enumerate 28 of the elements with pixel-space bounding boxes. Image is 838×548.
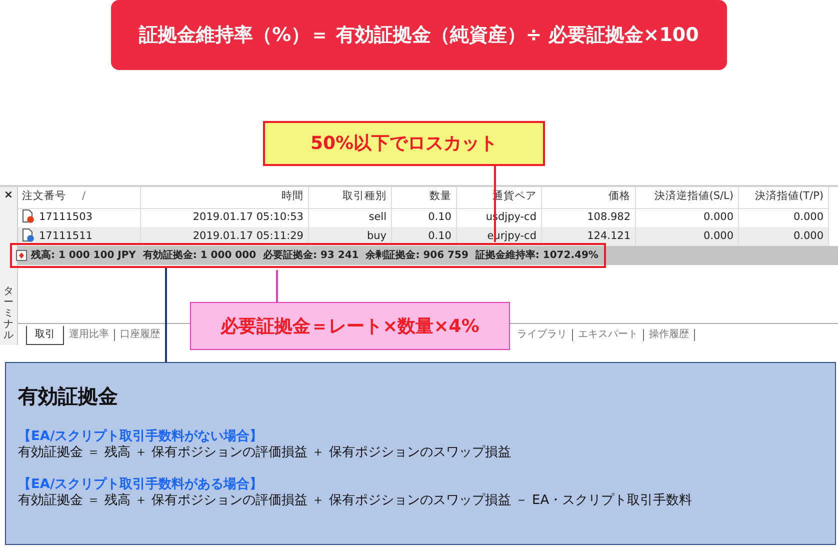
account-icon (16, 250, 27, 261)
case-heading: 【EA/スクリプト取引手数料がある場合】 (18, 477, 264, 493)
terminal-tab[interactable]: エキスパート (573, 329, 644, 341)
order-number: 17111503 (39, 211, 92, 224)
column-header[interactable]: 決済逆指値(S/L) (635, 187, 738, 208)
callout-box: 必要証拠金＝レート×数量×4% (190, 302, 510, 350)
terminal-tab[interactable]: 取引 (26, 326, 64, 345)
terminal-tab[interactable]: 運用比率 (64, 329, 115, 341)
sort-indicator: / (82, 190, 86, 202)
column-header[interactable]: 価格 (541, 187, 635, 208)
terminal-tab[interactable]: ライブラリ (512, 329, 573, 341)
column-header[interactable]: 時間 (140, 187, 308, 208)
order-number: 17111511 (39, 230, 92, 242)
close-button[interactable]: × (4, 189, 14, 200)
column-header-label: 注文番号 (22, 190, 66, 202)
formula-banner: 証拠金維持率（%）＝ 有効証拠金（純資産）÷ 必要証拠金×100 (111, 0, 727, 70)
terminal-tab[interactable]: 操作履歴 (644, 329, 695, 341)
formula-text: 有効証拠金 ＝ 残高 ＋ 保有ポジションの評価損益 ＋ 保有ポジションのスワップ損益 (18, 445, 512, 461)
leader-line (276, 270, 278, 302)
column-header[interactable]: 取引種別 (308, 187, 391, 208)
case-heading: 【EA/スクリプト取引手数料がない場合】 (18, 429, 264, 445)
account-summary-text: 残高: 1 000 100 JPY 有効証拠金: 1 000 000 必要証拠金: 93 241 余剰証拠金: 906 759 証拠金維持率: 1072.49% (31, 248, 598, 263)
formula-text: 有効証拠金 ＝ 残高 ＋ 保有ポジションの評価損益 ＋ 保有ポジションのスワップ損益 － EA・スクリプト取引手数料 (18, 493, 694, 509)
panel-side-label: ターミナル (4, 286, 14, 341)
callout-box: 50%以下でロスカット (263, 121, 545, 166)
column-header[interactable]: 数量 (391, 187, 456, 208)
explanation-title: 有効証拠金 (18, 383, 119, 410)
column-header[interactable]: 決済指値(T/P) (738, 187, 828, 208)
